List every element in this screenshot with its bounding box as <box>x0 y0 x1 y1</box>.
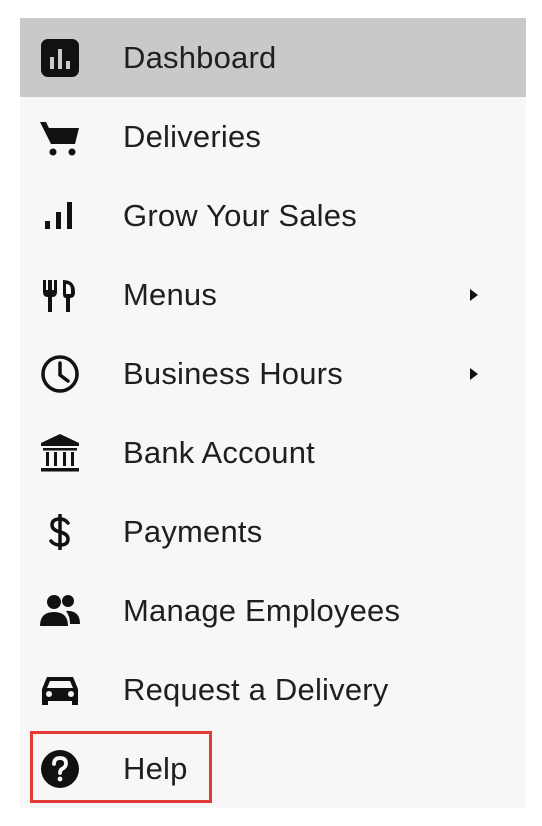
dashboard-icon <box>37 35 83 81</box>
nav-label-help: Help <box>123 750 188 786</box>
dollar-icon <box>37 509 83 555</box>
nav-label-grow-your-sales: Grow Your Sales <box>123 197 357 233</box>
nav-label-payments: Payments <box>123 513 263 549</box>
bar-chart-icon <box>37 193 83 239</box>
nav-item-business-hours[interactable]: Business Hours <box>20 334 526 413</box>
nav-item-request-a-delivery[interactable]: Request a Delivery <box>20 650 526 729</box>
car-icon <box>37 667 83 713</box>
fork-knife-icon <box>37 272 83 318</box>
nav-item-grow-your-sales[interactable]: Grow Your Sales <box>20 176 526 255</box>
nav-label-bank-account: Bank Account <box>123 434 315 470</box>
nav-item-help[interactable]: Help <box>20 729 526 808</box>
nav-label-menus: Menus <box>123 276 218 312</box>
nav-item-payments[interactable]: Payments <box>20 492 526 571</box>
bank-icon <box>37 430 83 476</box>
nav-label-dashboard: Dashboard <box>123 39 277 75</box>
help-icon <box>37 746 83 792</box>
clock-icon <box>37 351 83 397</box>
chevron-right-icon <box>467 286 481 304</box>
nav-item-manage-employees[interactable]: Manage Employees <box>20 571 526 650</box>
cart-icon <box>37 114 83 160</box>
nav-label-deliveries: Deliveries <box>123 118 262 154</box>
nav-label-business-hours: Business Hours <box>123 355 343 391</box>
chevron-right-icon <box>467 365 481 383</box>
nav-item-bank-account[interactable]: Bank Account <box>20 413 526 492</box>
nav-item-dashboard[interactable]: Dashboard <box>20 18 526 97</box>
nav-label-manage-employees: Manage Employees <box>123 592 401 628</box>
nav-label-request-a-delivery: Request a Delivery <box>123 671 389 707</box>
nav-item-menus[interactable]: Menus <box>20 255 526 334</box>
people-icon <box>37 588 83 634</box>
sidebar-nav: Dashboard Deliveries Grow Your Sales Men… <box>20 18 526 808</box>
nav-item-deliveries[interactable]: Deliveries <box>20 97 526 176</box>
